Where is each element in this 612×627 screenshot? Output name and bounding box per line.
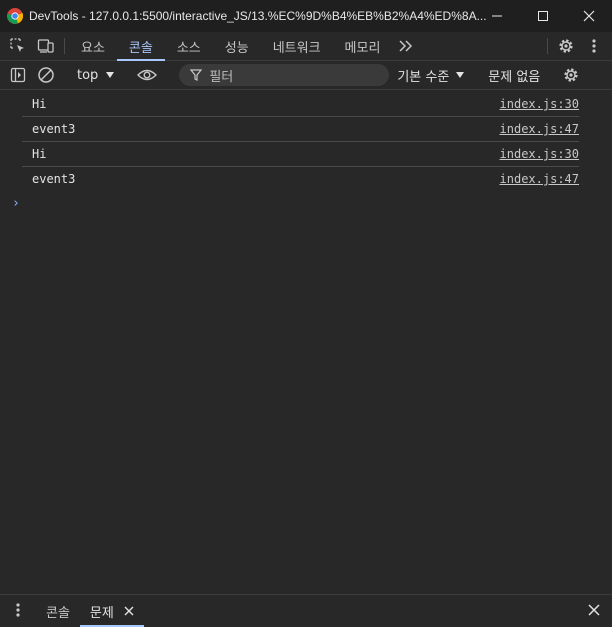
drawer-tab-label: 콘솔 [46,605,70,621]
filter-input[interactable]: 필터 [179,64,390,86]
console-message: Hi index.js:30 [22,142,579,167]
more-options-button[interactable] [580,32,608,60]
gear-icon [559,39,573,53]
window-title: DevTools - 127.0.0.1:5500/interactive_JS… [29,9,487,23]
clear-icon [38,67,54,83]
close-tab-icon[interactable] [124,606,134,616]
tab-performance[interactable]: 성능 [213,32,261,60]
dropdown-arrow-icon [456,72,465,78]
tab-elements[interactable]: 요소 [69,32,117,60]
console-message-text: event3 [32,122,76,136]
source-link[interactable]: index.js:47 [500,122,579,136]
settings-button[interactable] [552,32,580,60]
console-message: event3 index.js:47 [22,167,579,191]
panel-tabbar: 요소 콘솔 소스 성능 네트워크 메모리 [0,32,612,61]
console-message: event3 index.js:47 [22,117,579,142]
maximize-button[interactable] [520,0,566,32]
console-message-text: event3 [32,172,76,186]
log-levels-label: 기본 수준 [397,69,450,85]
drawer-tabbar: 콘솔 문제 [0,594,612,627]
minimize-button[interactable] [474,0,520,32]
console-settings-button[interactable] [557,61,585,89]
more-tabs-button[interactable] [392,32,420,60]
tab-console[interactable]: 콘솔 [116,32,165,61]
device-toolbar-button[interactable] [32,32,60,60]
close-icon [583,10,595,22]
toolbar-divider [547,38,548,54]
drawer-menu-button[interactable] [0,595,36,625]
console-message-text: Hi [32,147,47,161]
console-message: Hi index.js:30 [22,92,579,117]
close-window-button[interactable] [566,0,612,32]
window-titlebar: DevTools - 127.0.0.1:5500/interactive_JS… [0,0,612,33]
console-prompt[interactable]: › [12,196,20,211]
filter-icon [190,69,203,81]
live-expression-button[interactable] [132,61,162,89]
dropdown-arrow-icon [106,72,115,78]
source-link[interactable]: index.js:30 [500,147,579,161]
eye-icon [137,69,158,81]
minimize-icon [492,15,502,17]
context-label: top [77,67,99,83]
sidebar-toggle-icon [10,67,26,83]
drawer-tab-issues[interactable]: 문제 [79,595,144,627]
drawer-tab-console[interactable]: 콘솔 [36,595,80,627]
console-toolbar: top 필터 기본 수준 문제 없음 [0,61,612,90]
tab-memory[interactable]: 메모리 [333,32,393,60]
source-link[interactable]: index.js:47 [500,172,579,186]
context-selector[interactable]: top [69,68,123,83]
tab-sources[interactable]: 소스 [165,32,213,60]
chrome-logo-icon [7,8,23,24]
console-output: Hi index.js:30 event3 index.js:47 Hi ind… [0,92,612,191]
toolbar-divider [64,38,65,54]
kebab-menu-icon [592,39,596,53]
console-message-text: Hi [32,97,47,111]
filter-placeholder: 필터 [209,69,234,85]
chevron-double-right-icon [399,40,413,52]
inspect-element-icon [10,38,24,52]
source-link[interactable]: index.js:30 [500,97,579,111]
inspect-element-button[interactable] [4,32,32,60]
drawer-tab-label: 문제 [89,605,114,621]
show-sidebar-button[interactable] [4,61,32,89]
tab-network[interactable]: 네트워크 [261,32,333,60]
gear-icon [564,68,578,82]
close-icon [588,604,600,616]
device-toggle-icon [37,39,54,53]
close-drawer-button[interactable] [576,595,612,625]
log-levels-dropdown[interactable]: 기본 수준 [391,66,471,85]
clear-console-button[interactable] [32,61,60,89]
kebab-menu-icon [16,603,20,617]
issues-counter[interactable]: 문제 없음 [480,66,548,85]
maximize-icon [538,11,548,21]
